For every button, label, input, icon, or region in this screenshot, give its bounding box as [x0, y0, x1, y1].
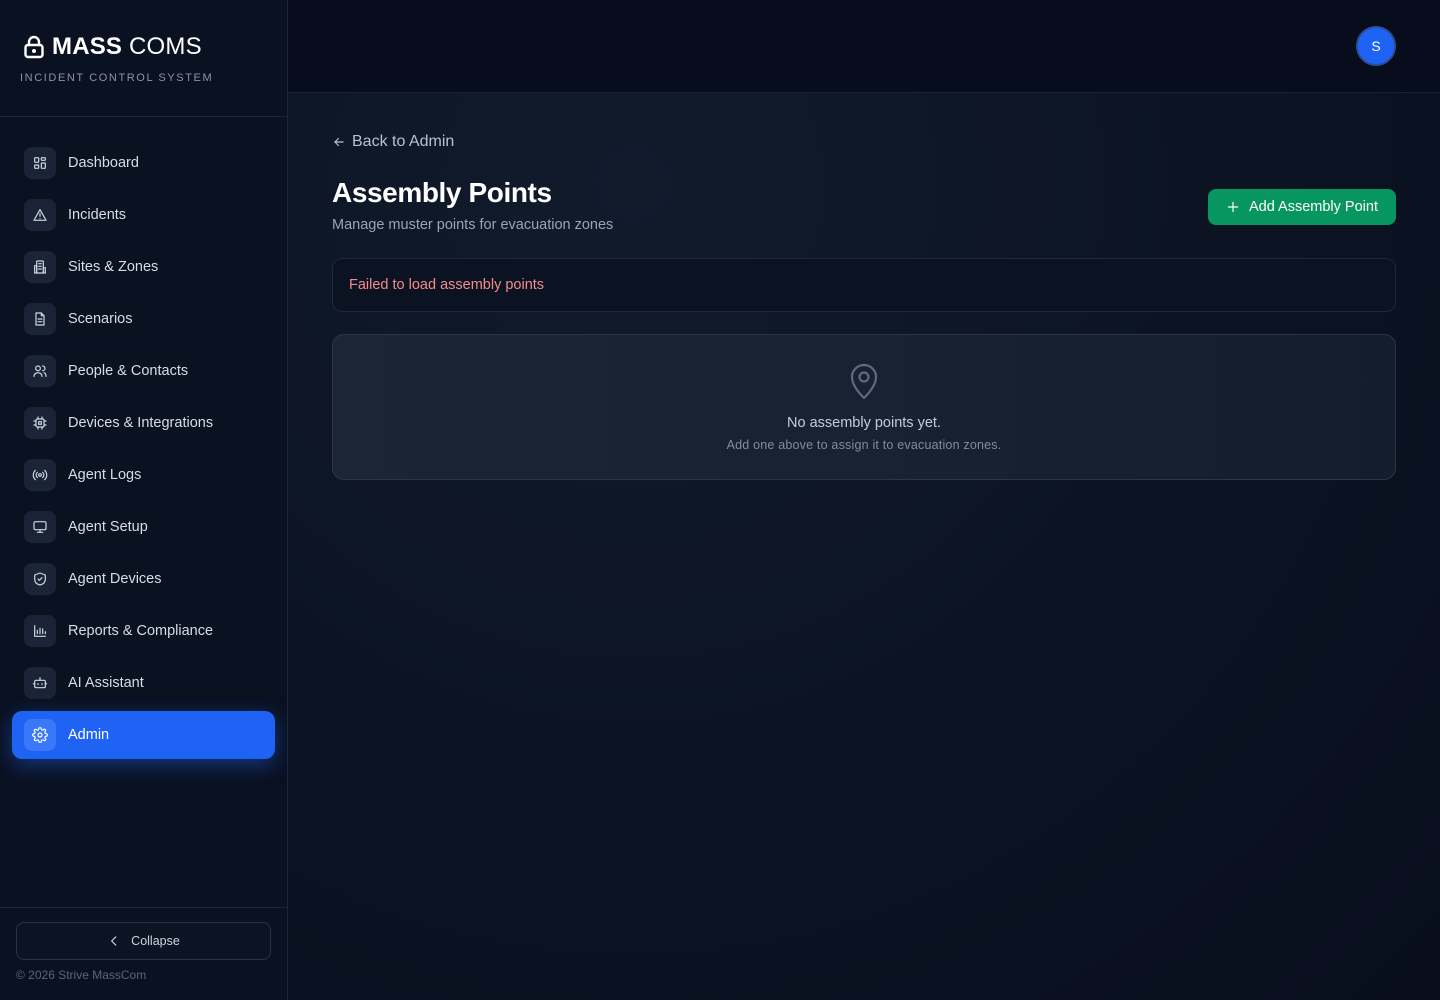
page-subtitle: Manage muster points for evacuation zone… [332, 217, 614, 233]
sidebar: MASS COMS INCIDENT CONTROL SYSTEM Dashbo… [0, 0, 288, 1000]
collapse-button[interactable]: Collapse [16, 922, 271, 960]
sidebar-item-devices-integrations[interactable]: Devices & Integrations [12, 399, 275, 447]
error-message: Failed to load assembly points [332, 258, 1396, 312]
sidebar-item-label: Admin [68, 727, 110, 743]
lock-icon [24, 35, 44, 59]
sidebar-item-scenarios[interactable]: Scenarios [12, 295, 275, 343]
add-assembly-point-button[interactable]: Add Assembly Point [1208, 189, 1396, 225]
brand-row: MASS COMS [22, 34, 267, 60]
brand-name-light: COMS [129, 33, 202, 60]
map-pin-icon [847, 361, 881, 401]
building-icon [24, 251, 56, 283]
sidebar-item-incidents[interactable]: Incidents [12, 191, 275, 239]
sidebar-footer: Collapse © 2026 Strive MassCom [0, 907, 287, 1000]
sidebar-item-label: People & Contacts [68, 363, 189, 379]
sidebar-item-label: Agent Setup [68, 519, 148, 535]
brand: MASS COMS INCIDENT CONTROL SYSTEM [0, 0, 287, 117]
sidebar-item-ai-assistant[interactable]: AI Assistant [12, 659, 275, 707]
bar-chart-icon [24, 615, 56, 647]
gear-icon [24, 719, 56, 751]
shield-icon [24, 563, 56, 595]
empty-state-title: No assembly points yet. [787, 415, 941, 431]
arrow-left-icon [334, 137, 344, 147]
sidebar-item-label: Sites & Zones [68, 259, 159, 275]
sidebar-item-sites-zones[interactable]: Sites & Zones [12, 243, 275, 291]
page-title: Assembly Points [332, 177, 552, 208]
avatar[interactable]: S [1356, 26, 1396, 66]
topbar: S [288, 0, 1440, 93]
document-icon [24, 303, 56, 335]
sidebar-item-label: Dashboard [68, 155, 139, 171]
back-label: Back to Admin [352, 133, 455, 150]
broadcast-icon [24, 459, 56, 491]
chip-icon [24, 407, 56, 439]
sidebar-item-label: Reports & Compliance [68, 623, 214, 639]
sidebar-item-dashboard[interactable]: Dashboard [12, 139, 275, 187]
dashboard-icon [24, 147, 56, 179]
chevron-left-icon [111, 936, 117, 946]
sidebar-item-agent-logs[interactable]: Agent Logs [12, 451, 275, 499]
sidebar-item-admin[interactable]: Admin [12, 711, 275, 759]
sidebar-nav: Dashboard Incidents Sites & Zones Scenar… [12, 139, 275, 763]
users-icon [24, 355, 56, 387]
sidebar-item-agent-devices[interactable]: Agent Devices [12, 555, 275, 603]
sidebar-item-label: Devices & Integrations [68, 415, 214, 431]
sidebar-item-label: Agent Logs [68, 467, 142, 483]
sidebar-item-label: AI Assistant [68, 675, 144, 691]
empty-state-text: Add one above to assign it to evacuation… [726, 438, 1002, 452]
brand-name-bold: MASS [52, 33, 123, 60]
copyright: © 2026 Strive MassCom [16, 968, 147, 982]
sidebar-item-label: Agent Devices [68, 571, 162, 587]
bot-icon [24, 667, 56, 699]
sidebar-item-reports-compliance[interactable]: Reports & Compliance [12, 607, 275, 655]
main-content: Back to Admin Assembly Points Manage mus… [288, 93, 1440, 1000]
sidebar-item-agent-setup[interactable]: Agent Setup [12, 503, 275, 551]
brand-subtitle: INCIDENT CONTROL SYSTEM [20, 72, 214, 84]
add-button-label: Add Assembly Point [1249, 199, 1378, 215]
empty-state-card: No assembly points yet. Add one above to… [332, 334, 1396, 480]
back-to-admin-link[interactable]: Back to Admin [332, 133, 454, 151]
sidebar-item-people-contacts[interactable]: People & Contacts [12, 347, 275, 395]
sidebar-item-label: Scenarios [68, 311, 133, 327]
warning-icon [24, 199, 56, 231]
collapse-label: Collapse [131, 934, 180, 948]
brand-name: MASS COMS [52, 34, 202, 60]
app-root: MASS COMS INCIDENT CONTROL SYSTEM Dashbo… [0, 0, 1440, 1000]
monitor-icon [24, 511, 56, 543]
sidebar-item-label: Incidents [68, 207, 127, 223]
plus-icon [1227, 201, 1239, 213]
